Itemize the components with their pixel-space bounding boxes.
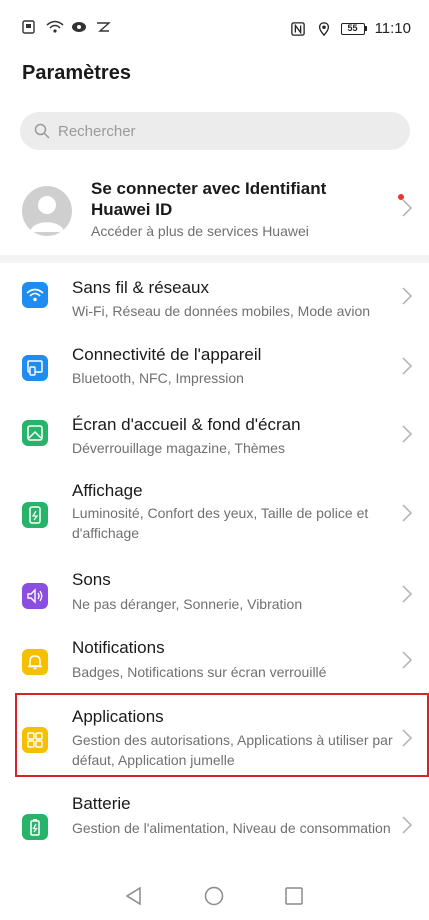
item-subtitle: Badges, Notifications sur écran verrouil… — [72, 664, 327, 680]
chevron-right-icon — [402, 504, 413, 522]
device-connectivity-icon — [22, 355, 48, 381]
item-title: Affichage — [72, 481, 143, 500]
search-input[interactable]: Rechercher — [20, 112, 410, 150]
page-title: Paramètres — [22, 62, 131, 84]
account-signin-row[interactable]: Se connecter avec Identifiant Huawei ID … — [0, 172, 429, 252]
chevron-right-icon — [402, 287, 413, 305]
battery-icon — [22, 814, 48, 840]
item-subtitle: Luminosité, Confort des yeux, Taille de … — [72, 505, 369, 541]
account-title: Se connecter avec Identifiant Huawei ID — [91, 179, 327, 219]
chevron-right-icon — [402, 651, 413, 669]
battery-indicator: 55 — [340, 22, 367, 35]
settings-item-notifications[interactable]: Notifications Badges, Notifications sur … — [0, 638, 429, 698]
settings-item-sounds[interactable]: Sons Ne pas déranger, Sonnerie, Vibratio… — [0, 570, 429, 630]
nfc-icon — [290, 21, 305, 36]
chevron-right-icon — [402, 199, 413, 217]
settings-item-home-screen[interactable]: Écran d'accueil & fond d'écran Déverroui… — [0, 413, 429, 473]
chevron-right-icon — [402, 816, 413, 834]
chevron-right-icon — [402, 585, 413, 603]
back-icon[interactable] — [124, 886, 144, 906]
user-silhouette-icon — [30, 196, 64, 232]
item-subtitle: Wi-Fi, Réseau de données mobiles, Mode a… — [72, 303, 371, 319]
selection-highlight — [15, 693, 429, 777]
item-subtitle: Bluetooth, NFC, Impression — [72, 370, 244, 386]
status-bar: 55 11:10 — [0, 0, 429, 52]
status-left — [22, 20, 112, 34]
sound-icon — [22, 583, 48, 609]
status-time: 11:10 — [374, 20, 411, 37]
recents-icon[interactable] — [284, 886, 304, 906]
search-placeholder: Rechercher — [58, 122, 136, 140]
battery-level: 55 — [340, 22, 365, 35]
item-title: Sons — [72, 570, 111, 589]
settings-item-display[interactable]: Affichage Luminosité, Confort des yeux, … — [0, 481, 429, 557]
item-subtitle: Déverrouillage magazine, Thèmes — [72, 440, 285, 456]
item-title: Sans fil & réseaux — [72, 278, 210, 297]
chevron-right-icon — [402, 357, 413, 375]
status-right: 55 11:10 — [289, 20, 411, 37]
bell-icon — [22, 649, 48, 675]
section-divider — [0, 255, 429, 263]
item-title: Écran d'accueil & fond d'écran — [72, 415, 301, 434]
item-subtitle: Ne pas déranger, Sonnerie, Vibration — [72, 596, 303, 612]
bluetooth-status-icon — [97, 22, 111, 32]
wallpaper-icon — [22, 420, 48, 446]
settings-item-battery[interactable]: Batterie Gestion de l'alimentation, Nive… — [0, 794, 429, 860]
item-title: Notifications — [72, 638, 165, 657]
item-subtitle: Gestion de l'alimentation, Niveau de con… — [72, 820, 391, 836]
item-title: Batterie — [72, 794, 131, 813]
navigation-bar — [0, 870, 429, 920]
location-icon — [318, 21, 329, 36]
item-title: Connectivité de l'appareil — [72, 345, 262, 364]
wifi-icon — [22, 282, 48, 308]
wifi-status-icon — [46, 20, 64, 33]
battery-tip — [364, 26, 367, 31]
settings-item-device-connectivity[interactable]: Connectivité de l'appareil Bluetooth, NF… — [0, 343, 429, 403]
account-subtitle: Accéder à plus de services Huawei — [91, 223, 309, 239]
chevron-right-icon — [402, 425, 413, 443]
display-icon — [22, 502, 48, 528]
nfc-card-icon — [22, 20, 35, 34]
search-icon — [34, 123, 50, 139]
settings-item-wireless[interactable]: Sans fil & réseaux Wi-Fi, Réseau de donn… — [0, 275, 429, 335]
avatar — [22, 186, 72, 236]
sync-icon — [72, 22, 86, 32]
home-icon[interactable] — [204, 886, 224, 906]
